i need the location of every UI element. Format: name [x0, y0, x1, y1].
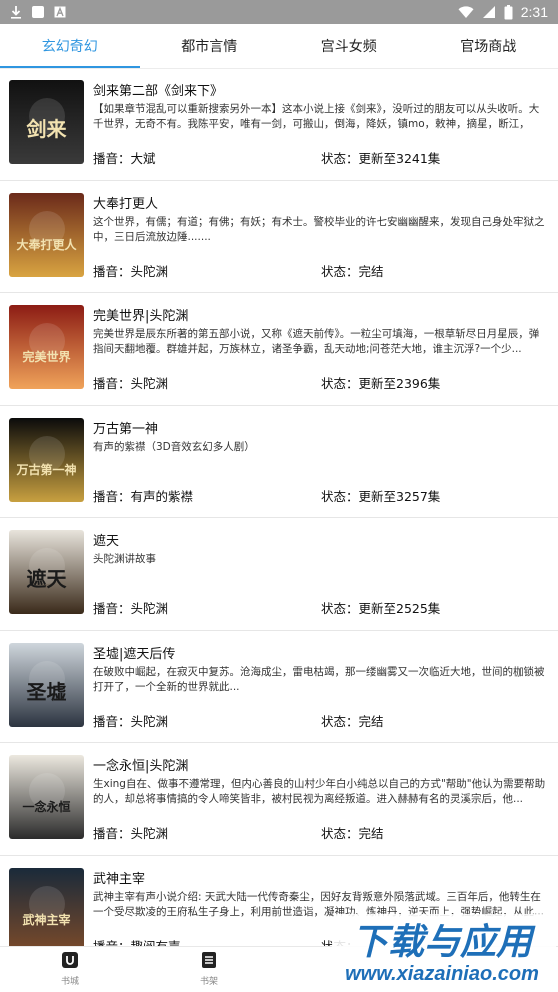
- book-status: 状态：完结: [321, 826, 384, 841]
- book-narrator: 播音：有声的紫襟: [93, 488, 194, 504]
- nav-bookshelf[interactable]: 书架: [179, 951, 239, 987]
- book-title[interactable]: 万古第一神: [93, 418, 158, 437]
- book-status: 状态：更新至2396集: [321, 376, 441, 391]
- book-item[interactable]: 完美世界 完美世界|头陀渊完美世界是辰东所著的第五部小说，又称《遮天前传》。一粒尘…: [0, 293, 558, 406]
- cover-title: 圣墟: [27, 680, 67, 704]
- nav-bookstore-label: 书城: [60, 977, 79, 987]
- book-narrator: 播音：大斌: [93, 151, 156, 166]
- bookstore-icon: [61, 951, 79, 969]
- book-list: 剑来 剑来第二部《剑来下》【如果章节混乱可以重新搜索另外一本】这本小说上接《剑来》…: [0, 68, 558, 946]
- a-box-icon: [54, 6, 66, 18]
- book-status: 状态：更新至3257集: [321, 488, 441, 504]
- nav-bookstore[interactable]: 书城: [40, 951, 100, 987]
- book-item[interactable]: 一念永恒 一念永恒|头陀渊生xing自在、做事不遵常理，但内心善良的山村少年白小纯…: [0, 743, 558, 856]
- cover-title: 剑来: [26, 117, 68, 141]
- battery-icon: [504, 4, 513, 20]
- cover-title: 完美世界: [22, 349, 70, 364]
- book-description: 【如果章节混乱可以重新搜索另外一本】这本小说上接《剑来》，没听过的朋友可以从头收…: [93, 103, 540, 130]
- tab-xuanhuan[interactable]: 玄幻奇幻: [0, 24, 140, 68]
- tab-gongdou[interactable]: 宫斗女频: [279, 24, 419, 68]
- book-cover[interactable]: 一念永恒: [9, 755, 84, 839]
- cover-title: 遮天: [27, 567, 68, 591]
- book-cover[interactable]: 剑来: [9, 80, 84, 164]
- book-narrator: 播音：头陀渊: [93, 263, 169, 279]
- cover-title: 武神主宰: [22, 912, 70, 927]
- tab-guanchang[interactable]: 官场商战: [419, 24, 558, 68]
- book-narrator: 播音：头陀渊: [93, 713, 169, 729]
- signal-icon: [482, 5, 496, 19]
- watermark: 下载与应用 www.xiazainiao.com: [330, 910, 558, 992]
- book-narrator: 播音：头陀渊: [93, 376, 169, 391]
- book-item[interactable]: 大奉打更人 大奉打更人 这个世界，有儒；有道；有佛；有妖；有术士。警校毕业的许七安幽…: [0, 181, 558, 293]
- status-bar: 2:31: [0, 0, 558, 24]
- book-title[interactable]: 大奉打更人: [93, 193, 158, 212]
- book-narrator: 播音：趣阅有声: [93, 938, 181, 947]
- book-narrator: 播音：头陀渊: [93, 826, 169, 841]
- book-cover[interactable]: 万古第一神: [9, 417, 84, 502]
- square-icon: [31, 5, 45, 19]
- book-status: 状态：更新至3241集: [321, 151, 441, 166]
- wifi-icon: [458, 5, 474, 19]
- book-description: 在破败中崛起，在寂灭中复苏。沧海成尘，雷电枯竭，那一缕幽雾又一次临近大地，世间的…: [93, 665, 545, 693]
- book-cover[interactable]: 完美世界: [9, 305, 84, 389]
- book-title[interactable]: 剑来第二部《剑来下》: [93, 80, 223, 99]
- book-description: 完美世界是辰东所著的第五部小说，又称《遮天前传》。一粒尘可填海，一根草斩尽日月星…: [93, 328, 540, 355]
- book-status: 状态：完结: [321, 713, 384, 729]
- bookshelf-icon: [200, 951, 218, 969]
- book-title[interactable]: 圣墟|遮天后传: [93, 643, 175, 662]
- category-tabs: 玄幻奇幻 都市言情 宫斗女频 官场商战: [0, 24, 558, 68]
- book-description: 有声的紫襟（3D音效玄幻多人剧）: [93, 440, 255, 453]
- cover-title: 大奉打更人: [16, 237, 77, 252]
- book-item[interactable]: 剑来 剑来第二部《剑来下》【如果章节混乱可以重新搜索另外一本】这本小说上接《剑来》…: [0, 68, 558, 181]
- book-title[interactable]: 遮天: [93, 530, 119, 549]
- cover-title: 一念永恒: [22, 799, 70, 814]
- watermark-title: 下载与应用: [352, 922, 536, 963]
- download-icon: [10, 5, 22, 19]
- book-description: 这个世界，有儒；有道；有佛；有妖；有术士。警校毕业的许七安幽幽醒来，发现自己身处…: [93, 215, 545, 243]
- book-status: 状态：完结: [321, 263, 384, 279]
- book-cover[interactable]: 大奉打更人: [9, 192, 84, 277]
- watermark-url: www.xiazainiao.com: [345, 963, 539, 985]
- book-cover[interactable]: 武神主宰: [9, 867, 84, 946]
- book-description: 头陀渊讲故事: [93, 553, 156, 565]
- book-title[interactable]: 完美世界|头陀渊: [93, 305, 188, 324]
- nav-bookshelf-label: 书架: [199, 977, 218, 987]
- book-narrator: 播音：头陀渊: [93, 601, 169, 616]
- book-status: 状态：更新至2525集: [321, 601, 441, 616]
- tab-dushi[interactable]: 都市言情: [140, 24, 280, 68]
- book-item[interactable]: 遮天 遮天 头陀渊讲故事 播音：头陀渊 状态：更新至2525集: [0, 518, 558, 631]
- book-item[interactable]: 圣墟 圣墟|遮天后传在破败中崛起，在寂灭中复苏。沧海成尘，雷电枯竭，那一缕幽雾又一…: [0, 631, 558, 743]
- book-title[interactable]: 武神主宰: [93, 868, 145, 887]
- book-title[interactable]: 一念永恒|头陀渊: [93, 755, 188, 774]
- book-cover[interactable]: 圣墟: [9, 642, 84, 727]
- cover-title: 万古第一神: [15, 462, 76, 477]
- clock: 2:31: [520, 4, 548, 20]
- book-item[interactable]: 万古第一神 万古第一神 有声的紫襟（3D音效玄幻多人剧） 播音：有声的紫襟 状态：更新至…: [0, 406, 558, 518]
- book-description: 生xing自在、做事不遵常理，但内心善良的山村少年白小纯总以自己的方式"帮助"他…: [93, 778, 546, 805]
- book-cover[interactable]: 遮天: [9, 530, 84, 614]
